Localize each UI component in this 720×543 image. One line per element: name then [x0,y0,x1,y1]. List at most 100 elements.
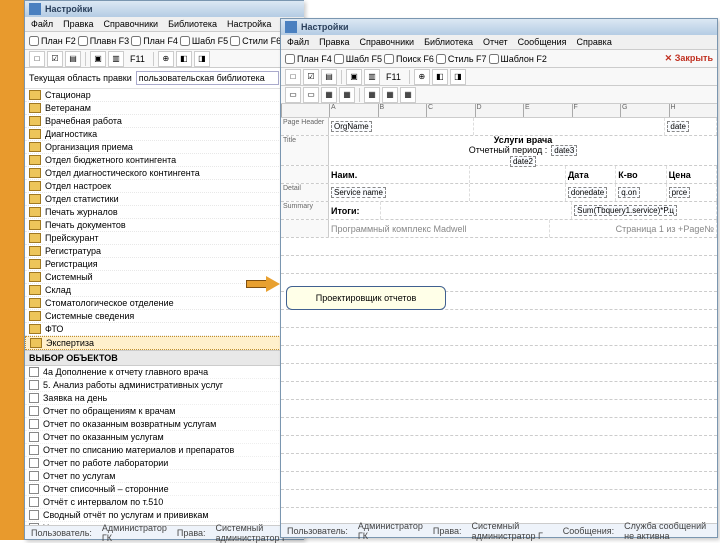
tb-btn-4[interactable]: ▣ [90,51,106,67]
tree-item[interactable]: ФТО [25,323,303,336]
tree-item[interactable]: Стационар [25,89,303,102]
field-date3[interactable]: date3 [551,145,577,156]
field-service[interactable]: Service name [331,187,386,198]
band-title[interactable]: Title Услуги врача Отчетный период : dat… [281,136,717,166]
designer-btn-5[interactable]: ▦ [364,87,380,103]
scope-input[interactable] [136,71,279,85]
report-canvas[interactable]: A B C D E F G H Page Header OrgName date… [281,104,717,524]
tree-item[interactable]: Экспертиза [25,336,303,350]
menu-ref-r[interactable]: Справочники [360,37,415,47]
tree-item[interactable]: Отдел настроек [25,180,303,193]
rtb-8[interactable]: ◨ [450,69,466,85]
menu-settings[interactable]: Настройка [227,19,271,29]
list-item[interactable]: Отчет по работе лаборатории [25,457,303,470]
menu-file-r[interactable]: Файл [287,37,309,47]
rtb-4[interactable]: ▣ [346,69,362,85]
tb-btn-1[interactable]: □ [29,51,45,67]
rtb-1[interactable]: □ [285,69,301,85]
field-date[interactable]: date [667,121,689,132]
designer-btn-6[interactable]: ▦ [382,87,398,103]
tree-item[interactable]: Прейскурант [25,232,303,245]
menu-edit[interactable]: Правка [63,19,93,29]
chk-plan-f4[interactable]: План F4 [131,36,178,46]
band-column-header[interactable]: Наим. Дата К-во Цена [281,166,717,184]
tree-item[interactable]: Диагностика [25,128,303,141]
chk-r5[interactable]: Шаблон F2 [489,54,547,64]
rtb-5[interactable]: ▥ [364,69,380,85]
list-item[interactable]: 5. Анализ работы административных услуг [25,379,303,392]
band-page-footer[interactable]: Программный комплекс Madwell Страница 1 … [281,220,717,238]
menu-ref[interactable]: Справочники [104,19,159,29]
report-title[interactable]: Услуги врача [494,135,552,145]
list-item[interactable]: Заявка на день [25,392,303,405]
chk-shabl-f5[interactable]: Шабл F5 [180,36,228,46]
field-donedate[interactable]: donedate [568,187,607,198]
chk-plan-f2[interactable]: План F2 [29,36,76,46]
tree-item[interactable]: Врачебная работа [25,115,303,128]
tree-item[interactable]: Ветеранам [25,102,303,115]
menubar-right[interactable]: Файл Правка Справочники Библиотека Отчет… [281,35,717,50]
chk-r2[interactable]: Шабл F5 [334,54,382,64]
designer-btn-4[interactable]: ▦ [339,87,355,103]
list-item[interactable]: Отчет по услугам [25,470,303,483]
tree-item[interactable]: Регистрация [25,258,303,271]
tb-btn-7[interactable]: ◧ [176,51,192,67]
menu-edit-r[interactable]: Правка [319,37,349,47]
band-summary[interactable]: Summary Итоги: Sum(Tbquery1.service)*Р.ц [281,202,717,220]
report-list[interactable]: 4а Дополнение к отчету главного врача5. … [25,366,303,525]
tree-item[interactable]: Печать документов [25,219,303,232]
chk-r3[interactable]: Поиск F6 [384,54,434,64]
list-item[interactable]: Отчет по оказанным возвратным услугам [25,418,303,431]
list-item[interactable]: Отчет по списанию материалов и препарато… [25,444,303,457]
tb-btn-6[interactable]: ⊕ [158,51,174,67]
menubar-left[interactable]: Файл Правка Справочники Библиотека Настр… [25,17,304,32]
close-button[interactable]: ✕ Закрыть [665,53,713,64]
list-item[interactable]: Отчёт с интервалом по т.510 [25,496,303,509]
rtb-7[interactable]: ◧ [432,69,448,85]
band-page-header[interactable]: Page Header OrgName date [281,118,717,136]
rtb-6[interactable]: ⊕ [414,69,430,85]
list-item[interactable]: Отчет по обращениям к врачам [25,405,303,418]
tree-item[interactable]: Регистратура [25,245,303,258]
tree-item[interactable]: Отдел бюджетного контингента [25,154,303,167]
field-qcon[interactable]: q.on [618,187,640,198]
tree-item[interactable]: Организация приема [25,141,303,154]
menu-msg-r[interactable]: Сообщения [518,37,567,47]
designer-btn-1[interactable]: ▭ [285,87,301,103]
menu-lib[interactable]: Библиотека [168,19,217,29]
list-item[interactable]: Отчет по оказанным услугам [25,431,303,444]
tree-item[interactable]: Стоматологическое отделение [25,297,303,310]
list-item[interactable]: Сводный отчёт по услугам и прививкам [25,509,303,522]
field-sum[interactable]: Sum(Tbquery1.service)*Р.ц [574,205,677,216]
tb-btn-8[interactable]: ◨ [194,51,210,67]
band-detail[interactable]: Detail Service name donedate q.on prce [281,184,717,202]
rtb-f11[interactable]: F11 [382,72,405,82]
tb-f11[interactable]: F11 [126,54,149,64]
field-date2[interactable]: date2 [510,156,536,167]
field-orgname[interactable]: OrgName [331,121,372,132]
menu-help-r[interactable]: Справка [577,37,612,47]
tree-item[interactable]: Отдел диагностического контингента [25,167,303,180]
chk-style-f6[interactable]: Стили F6 [230,36,281,46]
field-price[interactable]: prce [669,187,691,198]
chk-plavn-f3[interactable]: Плавн F3 [78,36,129,46]
chk-r1[interactable]: План F4 [285,54,332,64]
rtb-2[interactable]: ☑ [303,69,319,85]
designer-btn-2[interactable]: ▭ [303,87,319,103]
tb-btn-2[interactable]: ☑ [47,51,63,67]
list-item[interactable]: 4а Дополнение к отчету главного врача [25,366,303,379]
tb-btn-5[interactable]: ▥ [108,51,124,67]
menu-report-r[interactable]: Отчет [483,37,508,47]
tree-item[interactable]: Системные сведения [25,310,303,323]
designer-btn-3[interactable]: ▦ [321,87,337,103]
chk-r4[interactable]: Стиль F7 [436,54,487,64]
tree-item[interactable]: Печать журналов [25,206,303,219]
list-item[interactable]: Отчет списочный – сторонние [25,483,303,496]
menu-file[interactable]: Файл [31,19,53,29]
menu-lib-r[interactable]: Библиотека [424,37,473,47]
tree-item[interactable]: Отдел статистики [25,193,303,206]
rtb-3[interactable]: ▤ [321,69,337,85]
tb-btn-3[interactable]: ▤ [65,51,81,67]
designer-btn-7[interactable]: ▦ [400,87,416,103]
object-tree[interactable]: СтационарВетеранамВрачебная работаДиагно… [25,89,303,350]
